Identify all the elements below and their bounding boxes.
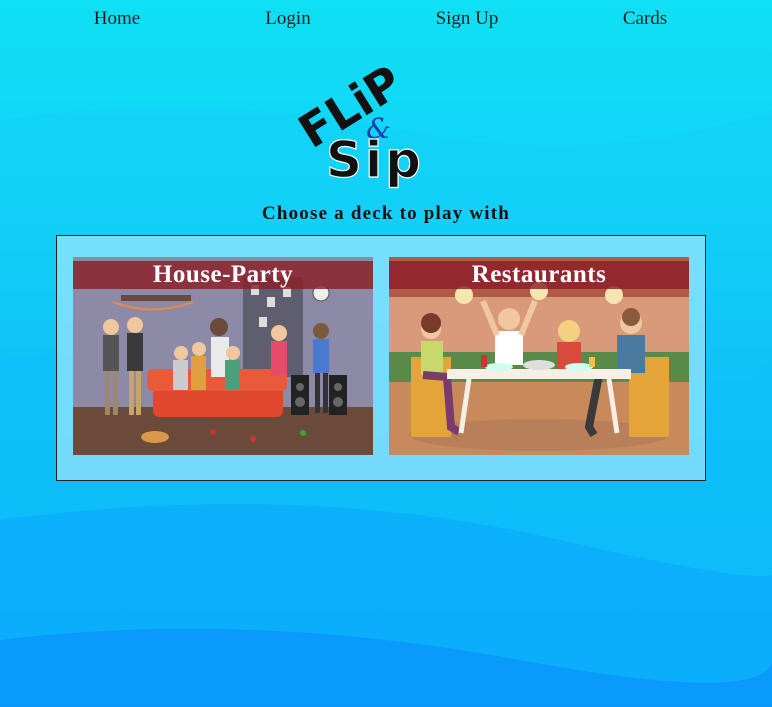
top-nav: Home Login Sign Up Cards	[0, 8, 772, 30]
deck-card-restaurants[interactable]: Restaurants	[389, 257, 689, 455]
nav-home-link[interactable]: Home	[94, 8, 140, 30]
deck-selection-box: House-Party Restaurants	[56, 235, 706, 481]
nav-login-link[interactable]: Login	[265, 8, 310, 30]
page-heading: Choose a deck to play with	[261, 203, 511, 224]
deck-card-house-party[interactable]: House-Party	[73, 257, 373, 455]
deck-title-house-party: House-Party	[73, 261, 373, 289]
deck-title-restaurants: Restaurants	[389, 261, 689, 289]
flip-and-sip-logo: FLiP & Sip	[289, 55, 424, 190]
nav-cards-link[interactable]: Cards	[623, 8, 667, 30]
logo-sip-text: Sip	[326, 131, 424, 189]
nav-signup-link[interactable]: Sign Up	[436, 8, 499, 30]
